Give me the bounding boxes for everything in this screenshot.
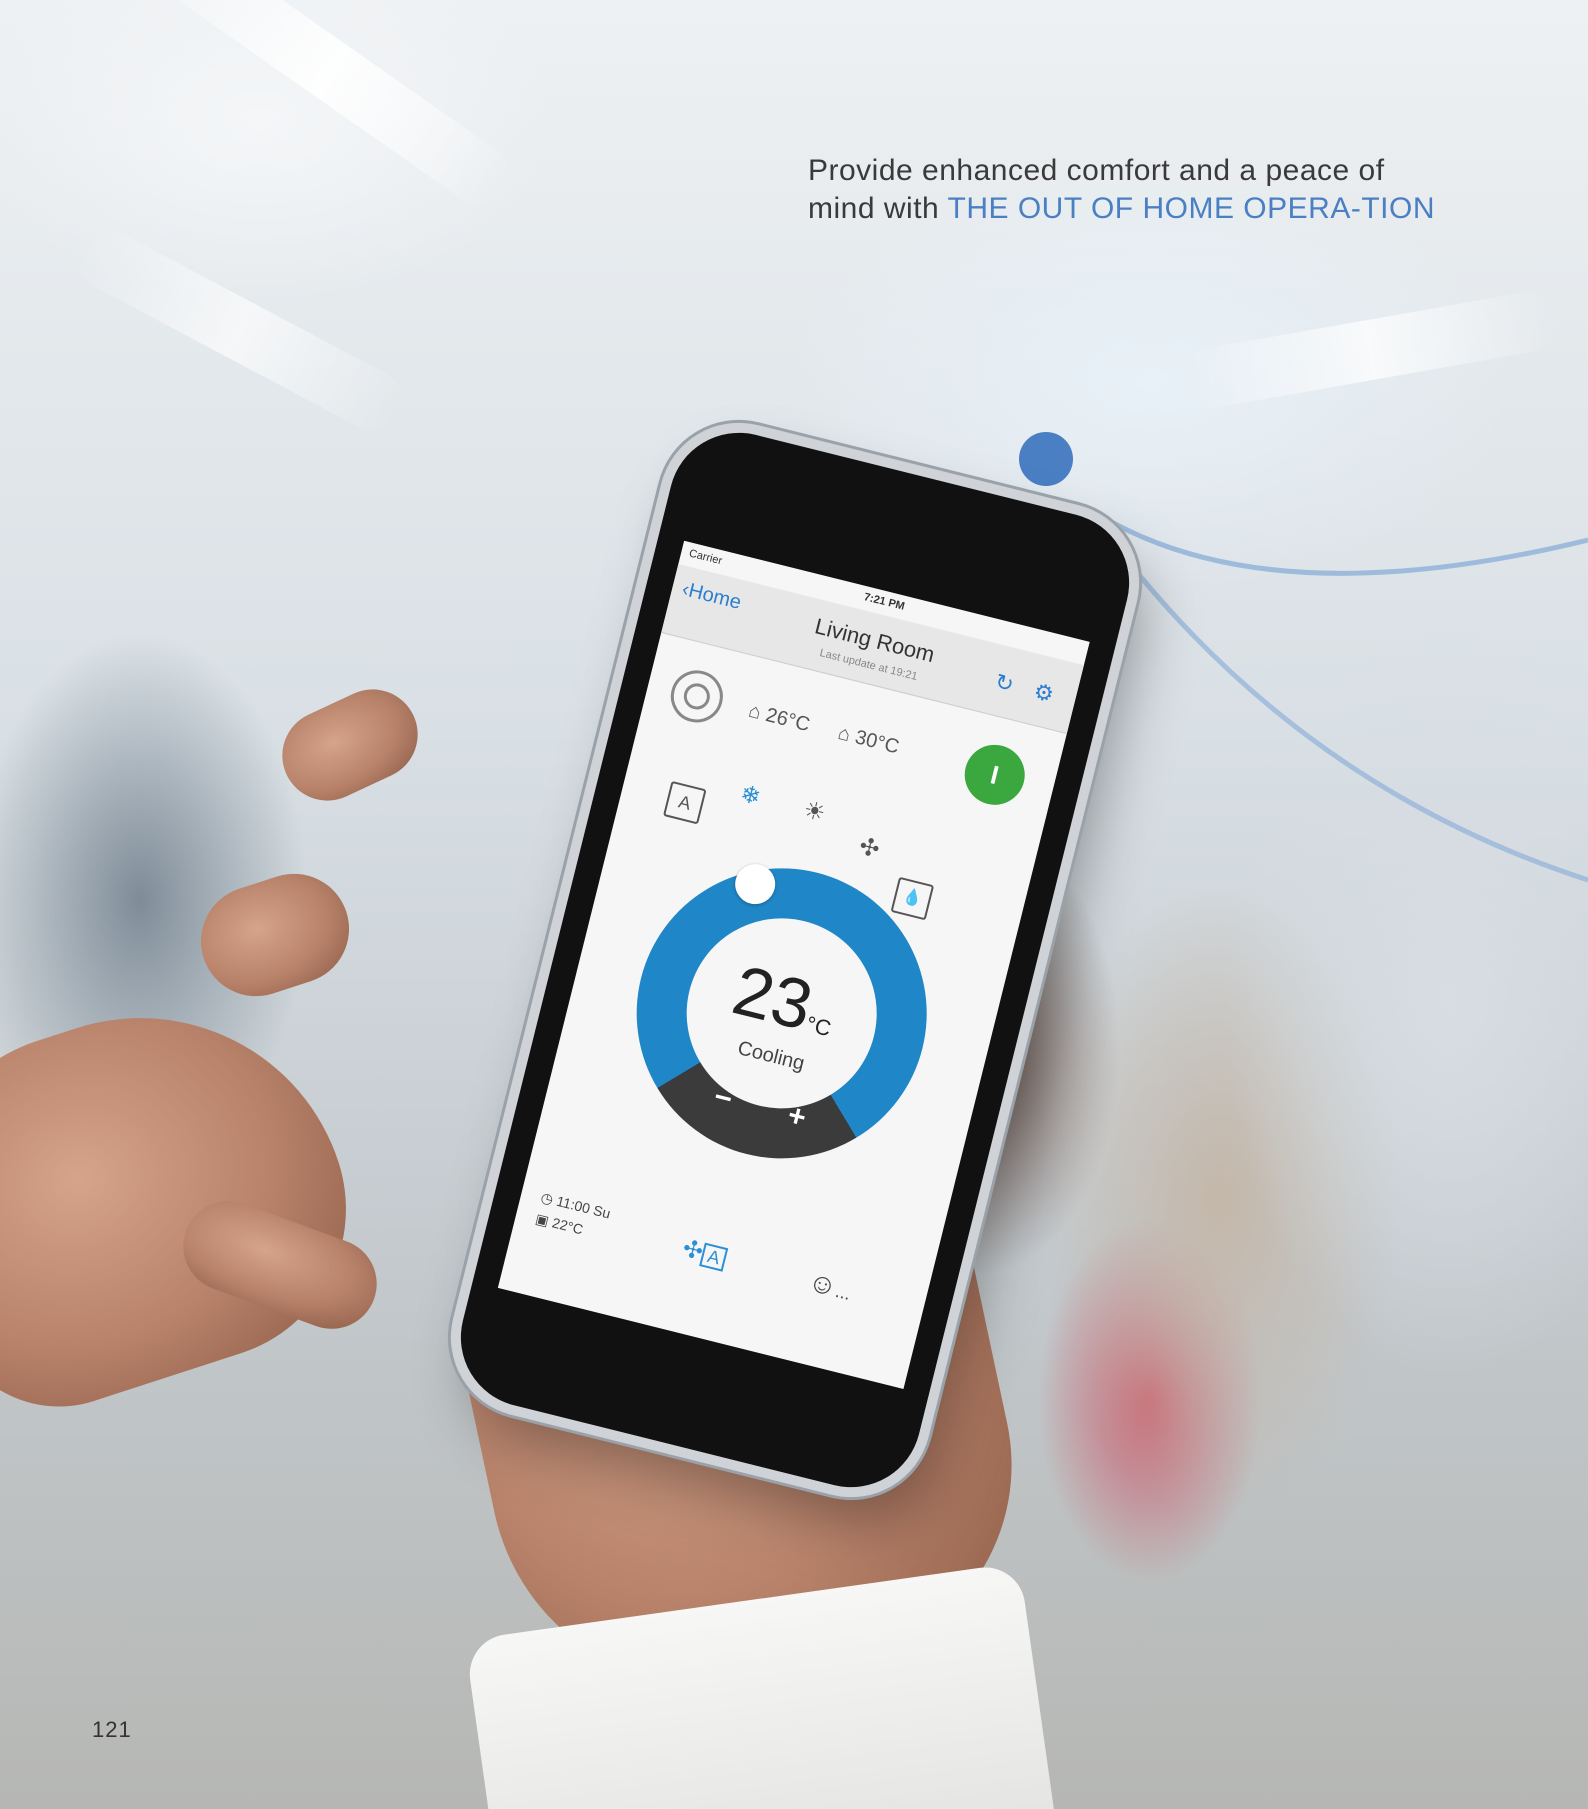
outdoor-temp: ⌂ 30°C	[835, 722, 902, 759]
auto-badge-icon: ▣	[533, 1210, 551, 1229]
snowflake-icon[interactable]: ❄	[728, 774, 772, 818]
setpoint-unit: °C	[803, 1011, 834, 1042]
fan-auto-label: A	[699, 1242, 729, 1272]
tagline-highlight: THE OUT OF HOME OPERA-TION	[947, 192, 1435, 225]
timer-temp-text: 22°C	[550, 1214, 585, 1238]
indoor-temp-value: 26°C	[763, 704, 813, 737]
auto-mode-icon[interactable]: A	[662, 780, 707, 825]
sun-icon[interactable]: ☀	[792, 790, 836, 834]
outdoor-house-icon: ⌂	[835, 722, 853, 747]
fan-icon[interactable]: ✣	[847, 827, 891, 871]
power-button[interactable]: I	[958, 738, 1032, 812]
indoor-house-icon: ⌂	[746, 699, 764, 725]
clock-icon: ◷	[539, 1188, 556, 1208]
dial-center: 23°C Cooling	[666, 898, 897, 1129]
tagline: Provide enhanced comfort and a peace of …	[808, 152, 1448, 228]
page: Carrier 7:21 PM ‹Home Living Room Last u…	[0, 0, 1588, 1809]
unit-selector-button[interactable]	[665, 664, 729, 728]
outdoor-temp-value: 30°C	[852, 726, 902, 759]
fan-speed-button[interactable]: ✣A	[680, 1234, 730, 1273]
indoor-temp: ⌂ 26°C	[746, 700, 812, 737]
schedule-info[interactable]: ◷ 11:00 Su ▣ 22°C	[533, 1186, 613, 1246]
accent-dot	[1019, 432, 1073, 486]
droplet-icon[interactable]: 💧	[890, 876, 935, 921]
dial-handle[interactable]	[730, 859, 780, 909]
more-label: ...	[833, 1280, 853, 1305]
presence-button[interactable]: ☺...	[805, 1265, 855, 1307]
page-number: 121	[92, 1717, 132, 1742]
decrease-button[interactable]: −	[710, 1080, 736, 1117]
